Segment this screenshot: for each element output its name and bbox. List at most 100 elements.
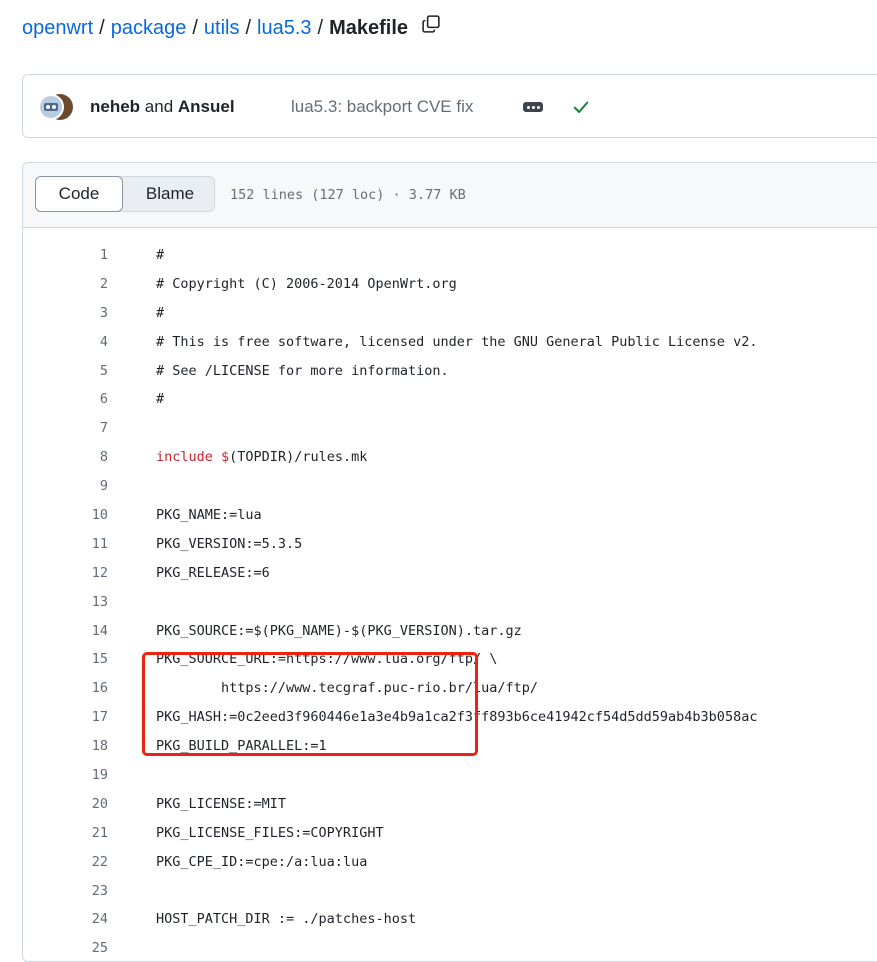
line-number[interactable]: 13 xyxy=(23,588,108,617)
code-line: 9 xyxy=(23,472,877,501)
line-content: PKG_BUILD_PARALLEL:=1 xyxy=(156,738,327,755)
breadcrumb-file-name: Makefile xyxy=(329,17,409,39)
line-number[interactable]: 16 xyxy=(23,674,108,703)
breadcrumb-lua-link[interactable]: lua5.3 xyxy=(257,17,312,39)
commit-author-link[interactable]: neheb xyxy=(90,97,140,116)
code-line: 7 xyxy=(23,414,877,443)
breadcrumb-package-link[interactable]: package xyxy=(111,17,187,39)
commit-message[interactable]: lua5.3: backport CVE fix xyxy=(291,95,473,119)
breadcrumb: openwrt / package / utils / lua5.3/Makefile xyxy=(22,14,440,42)
code-line: 11 PKG_VERSION:=5.3.5 xyxy=(23,530,877,559)
commit-coauthor-link[interactable]: Ansuel xyxy=(178,97,235,116)
line-number[interactable]: 6 xyxy=(23,385,108,414)
variable-token: $ xyxy=(212,449,230,466)
code-line: 6 # xyxy=(23,385,877,414)
breadcrumb-separator: / xyxy=(317,17,324,39)
line-content: PKG_LICENSE:=MIT xyxy=(156,795,287,812)
code-line: 24 HOST_PATCH_DIR := ./patches-host xyxy=(23,905,877,934)
text-token: (TOPDIR)/rules.mk xyxy=(229,449,368,466)
line-number[interactable]: 8 xyxy=(23,443,108,472)
line-number[interactable]: 14 xyxy=(23,617,108,646)
keyword-token: include xyxy=(156,449,213,466)
line-content: # xyxy=(156,247,165,263)
line-number[interactable]: 11 xyxy=(23,530,108,559)
code-line: 20 PKG_LICENSE:=MIT xyxy=(23,790,877,819)
line-number[interactable]: 17 xyxy=(23,703,108,732)
code-line: 18 PKG_BUILD_PARALLEL:=1 xyxy=(23,732,877,761)
code-view: 1 #2 # Copyright (C) 2006-2014 OpenWrt.org… xyxy=(23,241,877,961)
line-content: HOST_PATCH_DIR := ./patches-host xyxy=(156,911,417,928)
line-number[interactable]: 12 xyxy=(23,559,108,588)
line-content: # xyxy=(156,304,165,321)
line-number[interactable]: 4 xyxy=(23,328,108,357)
line-content: PKG_VERSION:=5.3.5 xyxy=(156,535,303,552)
dot-icon xyxy=(537,106,540,109)
code-line: 12 PKG_RELEASE:=6 xyxy=(23,559,877,588)
line-number[interactable]: 25 xyxy=(23,934,108,961)
dot-icon xyxy=(532,106,535,109)
line-number[interactable]: 23 xyxy=(23,877,108,906)
code-line: 5 # See /LICENSE for more information. xyxy=(23,357,877,386)
code-line: 16 https://www.tecgraf.puc-rio.br/lua/ft… xyxy=(23,674,877,703)
code-line: 13 xyxy=(23,588,877,617)
breadcrumb-separator: / xyxy=(192,17,198,39)
code-line: 4 # This is free software, licensed under… xyxy=(23,328,877,357)
line-number[interactable]: 5 xyxy=(23,357,108,386)
breadcrumb-utils-link[interactable]: utils xyxy=(204,17,240,39)
code-line: 10 PKG_NAME:=lua xyxy=(23,501,877,530)
line-content: PKG_SOURCE:=$(PKG_NAME)-$(PKG_VERSION).t… xyxy=(156,622,522,639)
line-content: # This is free software, licensed under … xyxy=(156,333,758,350)
line-number[interactable]: 2 xyxy=(23,270,108,299)
tab-code[interactable]: Code xyxy=(35,176,123,212)
code-line: 25 xyxy=(23,934,877,961)
line-content: # See /LICENSE for more information. xyxy=(156,362,449,379)
view-mode-toggle: Code Blame xyxy=(35,176,215,212)
code-line: 2 # Copyright (C) 2006-2014 OpenWrt.org xyxy=(23,270,877,299)
code-line: 3 # xyxy=(23,299,877,328)
line-number[interactable]: 22 xyxy=(23,848,108,877)
breadcrumb-repo-link[interactable]: openwrt xyxy=(22,17,93,39)
line-number[interactable]: 19 xyxy=(23,761,108,790)
code-line: 8 include $(TOPDIR)/rules.mk xyxy=(23,443,877,472)
code-line: 21 PKG_LICENSE_FILES:=COPYRIGHT xyxy=(23,819,877,848)
line-number[interactable]: 18 xyxy=(23,732,108,761)
line-number[interactable]: 3 xyxy=(23,299,108,328)
code-line: 19 xyxy=(23,761,877,790)
line-number[interactable]: 24 xyxy=(23,905,108,934)
file-viewer: Code Blame 152 lines (127 loc) · 3.77 KB… xyxy=(22,162,877,962)
file-info: 152 lines (127 loc) · 3.77 KB xyxy=(230,187,466,203)
line-content: PKG_SOURCE_URL:=https://www.lua.org/ftp/… xyxy=(156,651,498,668)
line-number[interactable]: 20 xyxy=(23,790,108,819)
line-content: PKG_CPE_ID:=cpe:/a:lua:lua xyxy=(156,853,368,870)
code-line: 17 PKG_HASH:=0c2eed3f960446e1a3e4b9a1ca2f… xyxy=(23,703,877,732)
code-line: 1 # xyxy=(23,241,877,270)
dot-icon xyxy=(527,106,530,109)
line-number[interactable]: 1 xyxy=(23,241,108,270)
line-content: PKG_RELEASE:=6 xyxy=(156,564,270,581)
line-content: PKG_HASH:=0c2eed3f960446e1a3e4b9a1ca2f3f… xyxy=(156,709,758,726)
line-number[interactable]: 15 xyxy=(23,645,108,674)
copy-path-icon[interactable] xyxy=(421,13,440,41)
expand-commit-message-button[interactable] xyxy=(523,102,543,112)
commit-authors: neheb and Ansuel xyxy=(90,95,235,119)
line-content: # xyxy=(156,391,165,408)
author-avatar[interactable] xyxy=(38,92,74,122)
check-status-icon[interactable] xyxy=(571,97,591,122)
tab-blame[interactable]: Blame xyxy=(124,177,216,211)
line-content: include $(TOPDIR)/rules.mk xyxy=(156,443,367,472)
line-number[interactable]: 21 xyxy=(23,819,108,848)
code-line: 15 PKG_SOURCE_URL:=https://www.lua.org/ft… xyxy=(23,645,877,674)
line-number[interactable]: 9 xyxy=(23,472,108,501)
breadcrumb-separator: / xyxy=(245,17,252,39)
code-line: 22 PKG_CPE_ID:=cpe:/a:lua:lua xyxy=(23,848,877,877)
commit-authors-conjunction: and xyxy=(140,97,178,116)
file-header: Code Blame 152 lines (127 loc) · 3.77 KB xyxy=(23,163,877,228)
line-number[interactable]: 10 xyxy=(23,501,108,530)
line-content: # Copyright (C) 2006-2014 OpenWrt.org xyxy=(156,275,457,292)
code-line: 23 xyxy=(23,877,877,906)
line-content: https://www.tecgraf.puc-rio.br/lua/ftp/ xyxy=(156,680,539,697)
line-content: PKG_LICENSE_FILES:=COPYRIGHT xyxy=(156,824,384,841)
breadcrumb-separator: / xyxy=(99,17,105,39)
line-number[interactable]: 7 xyxy=(23,414,108,443)
code-line: 14 PKG_SOURCE:=$(PKG_NAME)-$(PKG_VERSION)… xyxy=(23,617,877,646)
